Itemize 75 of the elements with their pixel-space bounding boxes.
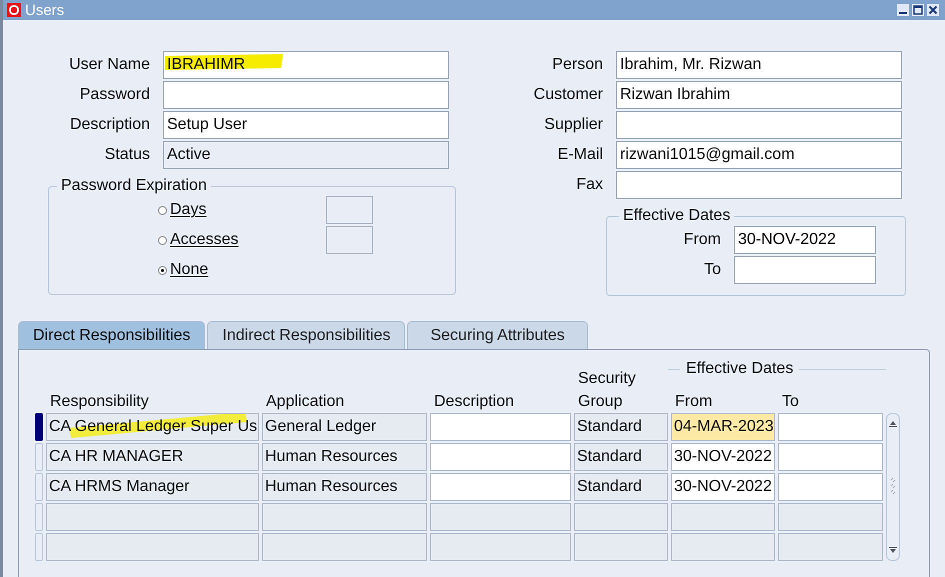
- table-cell[interactable]: [778, 533, 883, 561]
- column-header: From: [674, 392, 714, 412]
- date-field[interactable]: [734, 256, 876, 284]
- text-field[interactable]: rizwani1015@gmail.com: [616, 141, 902, 169]
- field-label: Password: [78, 86, 150, 104]
- text-field[interactable]: [616, 111, 902, 139]
- text-field[interactable]: IBRAHIMR: [163, 51, 449, 79]
- text-field[interactable]: Ibrahim, Mr. Rizwan: [616, 51, 902, 79]
- column-header: Description: [433, 392, 516, 412]
- maximize-icon[interactable]: [912, 4, 924, 16]
- tab[interactable]: Indirect Responsibilities: [207, 321, 406, 349]
- table-cell[interactable]: [430, 413, 571, 441]
- table-cell[interactable]: [778, 443, 883, 471]
- scrollbar[interactable]: [886, 413, 900, 561]
- field-label: User Name: [68, 56, 150, 74]
- tab[interactable]: Direct Responsibilities: [18, 321, 206, 349]
- table-cell[interactable]: [778, 473, 883, 501]
- table-cell[interactable]: 30-NOV-2022: [671, 443, 775, 471]
- number-field[interactable]: [326, 226, 373, 254]
- radio-button[interactable]: Days: [158, 201, 326, 219]
- field-label: Person: [551, 56, 603, 74]
- column-header: Application: [265, 392, 346, 412]
- minimize-icon[interactable]: [897, 4, 909, 16]
- table-cell[interactable]: CA HR MANAGER: [46, 443, 259, 471]
- group-title: Password Expiration: [60, 177, 208, 195]
- text-field[interactable]: Rizwan Ibrahim: [616, 81, 902, 109]
- column-header: Responsibility: [49, 392, 150, 412]
- table-cell[interactable]: Standard: [574, 473, 668, 501]
- number-field[interactable]: [326, 196, 373, 224]
- text-field[interactable]: [163, 81, 449, 109]
- grip-icon: [890, 477, 896, 497]
- column-header: Security Group: [577, 369, 637, 412]
- table-cell[interactable]: [671, 503, 775, 531]
- field-label: To: [703, 261, 721, 279]
- field-label: Status: [104, 146, 150, 164]
- tab[interactable]: Securing Attributes: [407, 321, 588, 349]
- table-cell[interactable]: Human Resources: [262, 443, 427, 471]
- field-label: Customer: [532, 86, 603, 104]
- row-selector[interactable]: [35, 413, 43, 441]
- table-cell[interactable]: [778, 413, 883, 441]
- table-cell[interactable]: 30-NOV-2022: [671, 473, 775, 501]
- field-label: Supplier: [543, 116, 603, 134]
- table-cell[interactable]: CA HRMS Manager: [46, 473, 259, 501]
- table-cell[interactable]: [430, 473, 571, 501]
- column-group-heading: Effective Dates: [686, 360, 794, 378]
- table-cell[interactable]: [46, 533, 259, 561]
- table-cell[interactable]: [574, 533, 668, 561]
- close-icon[interactable]: [927, 4, 939, 16]
- table-cell[interactable]: Standard: [574, 443, 668, 471]
- table-cell[interactable]: [430, 503, 571, 531]
- table-cell[interactable]: [262, 503, 427, 531]
- table-cell[interactable]: 04-MAR-2023: [671, 413, 775, 441]
- table-cell[interactable]: Standard: [574, 413, 668, 441]
- table-cell[interactable]: [574, 503, 668, 531]
- field-label: Description: [68, 116, 150, 134]
- table-cell[interactable]: [430, 533, 571, 561]
- table-cell[interactable]: [262, 533, 427, 561]
- table-cell[interactable]: [46, 503, 259, 531]
- text-field[interactable]: Setup User: [163, 111, 449, 139]
- table-cell[interactable]: General Ledger: [262, 413, 427, 441]
- field-label: E-Mail: [556, 146, 603, 164]
- date-field[interactable]: 30-NOV-2022: [734, 226, 876, 254]
- field-label: From: [682, 231, 721, 249]
- radio-button[interactable]: None: [158, 261, 326, 279]
- table-cell[interactable]: Human Resources: [262, 473, 427, 501]
- column-header: To: [781, 392, 800, 412]
- radio-button[interactable]: Accesses: [158, 231, 326, 249]
- table-cell[interactable]: [430, 443, 571, 471]
- field-label: Fax: [575, 176, 603, 194]
- window-title: Users: [25, 2, 66, 18]
- group-title: Effective Dates: [622, 207, 732, 225]
- app-logo-icon: [7, 3, 21, 17]
- text-field[interactable]: [616, 171, 902, 199]
- table-cell[interactable]: [671, 533, 775, 561]
- table-cell[interactable]: [778, 503, 883, 531]
